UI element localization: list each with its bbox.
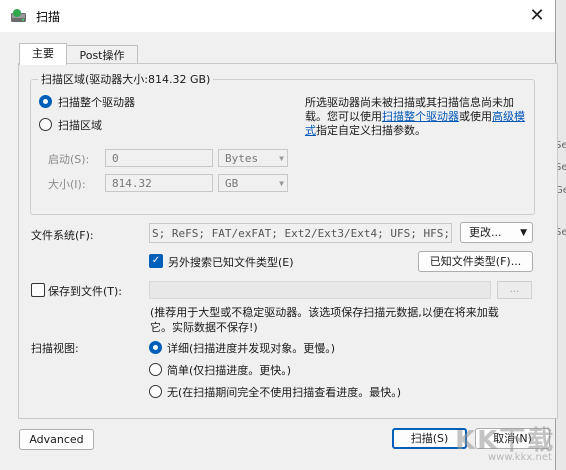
scan-view-none-label[interactable]: 无(在扫描期间完全不使用扫描查看进度。最快。) bbox=[167, 384, 401, 400]
save-note: (推荐用于大型或不稳定驱动器。该选项保存扫描元数据,以便在将来加载它。实际数据不… bbox=[150, 306, 499, 334]
size-unit-select[interactable]: GB ▼ bbox=[218, 174, 288, 192]
info-text-part: 指定自定义扫描参数。 bbox=[316, 124, 426, 137]
filesystem-field[interactable]: S; ReFS; FAT/exFAT; Ext2/Ext3/Ext4; UFS;… bbox=[149, 223, 452, 243]
browse-button[interactable]: ... bbox=[497, 281, 532, 299]
dropdown-arrow-icon: ▼ bbox=[520, 228, 527, 238]
tab-main[interactable]: 主要 bbox=[19, 43, 67, 65]
drive-scan-app-icon bbox=[10, 8, 28, 24]
scan-whole-drive-label[interactable]: 扫描整个驱动器 bbox=[58, 94, 135, 110]
known-file-types-button[interactable]: 已知文件类型(F)... bbox=[418, 251, 533, 272]
scan-region-label[interactable]: 扫描区域 bbox=[58, 117, 102, 133]
title-bar: 扫描 ✕ bbox=[0, 0, 555, 32]
scan-info-text: 所选驱动器尚未被扫描或其扫描信息尚未加载。您可以使用扫描整个驱动器或使用高级模式… bbox=[305, 96, 530, 138]
scan-view-none-radio[interactable] bbox=[149, 385, 162, 398]
scan-region-radio[interactable] bbox=[39, 118, 52, 131]
scan-view-simple-radio[interactable] bbox=[149, 363, 162, 376]
advanced-button[interactable]: Advanced bbox=[19, 429, 94, 450]
size-label: 大小(I): bbox=[48, 178, 86, 191]
change-filesystem-button[interactable]: 更改... ▼ bbox=[460, 222, 533, 243]
extra-search-checkbox[interactable]: ✓ bbox=[149, 254, 163, 268]
tab-post-operations[interactable]: Post操作 bbox=[66, 45, 138, 65]
change-button-label: 更改... bbox=[469, 226, 502, 239]
scan-area-legend: 扫描区域(驱动器大小:814.32 GB) bbox=[38, 71, 214, 87]
chevron-down-icon: ▼ bbox=[279, 154, 284, 163]
save-to-file-checkbox[interactable] bbox=[31, 283, 45, 297]
close-button[interactable]: ✕ bbox=[520, 2, 554, 30]
start-label: 启动(S): bbox=[48, 153, 90, 166]
scan-view-simple-label[interactable]: 简单(仅扫描进度。更快。) bbox=[167, 362, 291, 378]
scan-view-label: 扫描视图: bbox=[31, 342, 79, 355]
scan-whole-drive-link[interactable]: 扫描整个驱动器 bbox=[382, 110, 459, 123]
scan-dialog: 扫描 ✕ 主要 Post操作 扫描区域(驱动器大小:814.32 GB) 扫描整… bbox=[0, 0, 558, 470]
size-field[interactable]: 814.32 bbox=[105, 174, 213, 192]
start-unit-value: Bytes bbox=[225, 152, 259, 165]
scan-view-detailed-label[interactable]: 详细(扫描进度并发现对象。更慢。) bbox=[167, 340, 335, 356]
save-path-field[interactable] bbox=[149, 281, 491, 299]
watermark-url: www.kkx.net bbox=[488, 452, 552, 463]
extra-search-label[interactable]: 另外搜索已知文件类型(E) bbox=[168, 254, 294, 270]
scan-whole-drive-radio[interactable] bbox=[39, 95, 52, 108]
window-title: 扫描 bbox=[36, 10, 61, 24]
close-icon: ✕ bbox=[529, 5, 545, 26]
size-unit-value: GB bbox=[225, 177, 239, 190]
save-to-file-label[interactable]: 保存到文件(T): bbox=[48, 283, 122, 299]
filesystem-label: 文件系统(F): bbox=[31, 229, 94, 242]
scan-view-detailed-radio[interactable] bbox=[149, 341, 162, 354]
start-offset-field[interactable]: 0 bbox=[105, 149, 213, 167]
info-text-part: 或使用 bbox=[459, 110, 492, 123]
chevron-down-icon: ▼ bbox=[279, 179, 284, 188]
start-unit-select[interactable]: Bytes ▼ bbox=[218, 149, 288, 167]
